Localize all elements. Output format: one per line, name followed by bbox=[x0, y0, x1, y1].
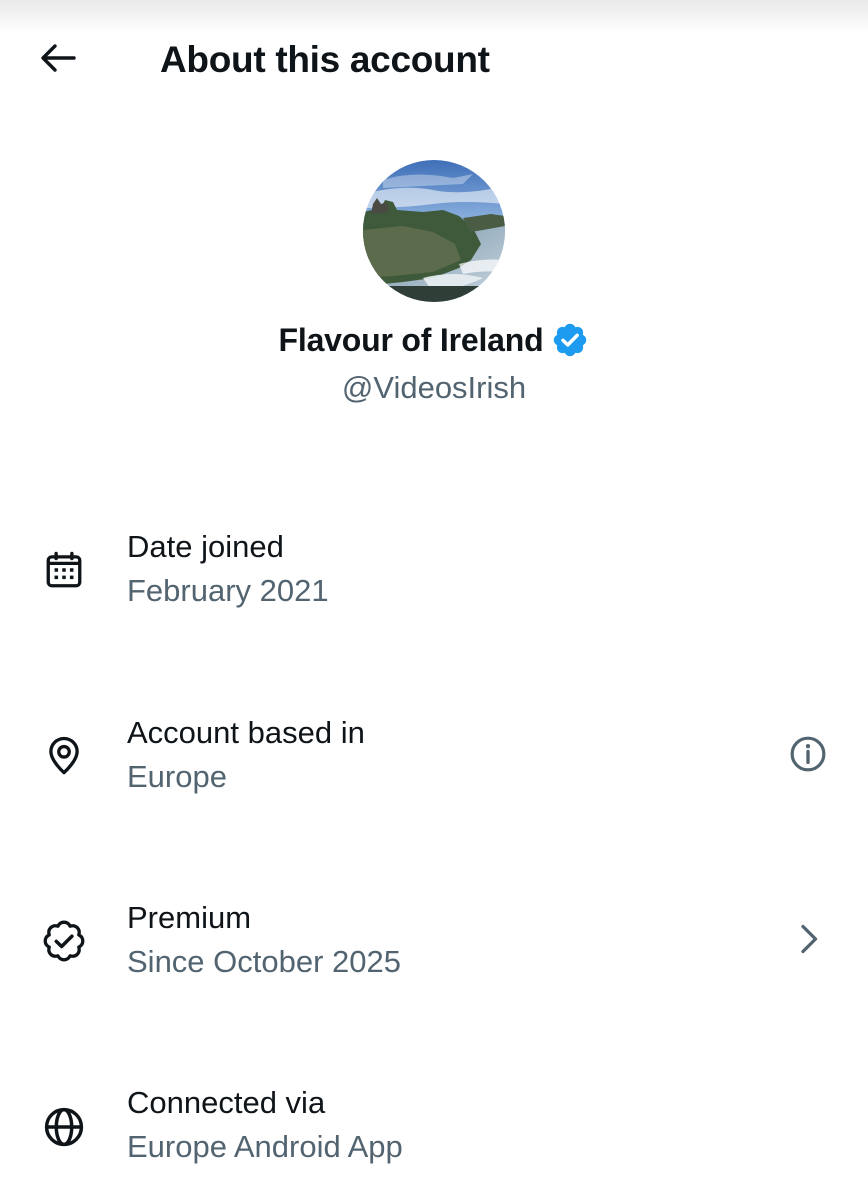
globe-icon bbox=[40, 1103, 88, 1151]
display-name: Flavour of Ireland bbox=[278, 322, 544, 358]
row-connected-via: Connected via Europe Android App bbox=[0, 1081, 868, 1191]
verified-badge-icon[interactable] bbox=[551, 321, 589, 359]
location-pin-icon bbox=[40, 732, 88, 780]
row-label: Premium bbox=[127, 900, 252, 935]
handle: @VideosIrish bbox=[341, 370, 527, 405]
calendar-icon bbox=[40, 546, 88, 594]
row-label: Account based in bbox=[127, 715, 365, 750]
header: About this account bbox=[0, 0, 868, 120]
verified-badge-icon bbox=[40, 917, 88, 965]
back-button[interactable] bbox=[36, 40, 80, 80]
row-label: Date joined bbox=[127, 529, 284, 564]
chevron-right-icon bbox=[788, 919, 828, 964]
info-button[interactable] bbox=[786, 734, 830, 778]
about-account-screen: About this account Flavour of Ireland @V… bbox=[0, 0, 868, 1200]
premium-chevron-button[interactable] bbox=[786, 919, 830, 963]
row-account-based-in: Account based in Europe bbox=[0, 711, 868, 821]
info-icon bbox=[788, 734, 828, 779]
row-premium[interactable]: Premium Since October 2025 bbox=[0, 896, 868, 1006]
row-value: Europe Android App bbox=[127, 1129, 403, 1164]
avatar[interactable] bbox=[363, 160, 505, 302]
page-title: About this account bbox=[160, 39, 490, 80]
row-value: Since October 2025 bbox=[127, 944, 402, 979]
row-date-joined: Date joined February 2021 bbox=[0, 525, 868, 635]
row-value: February 2021 bbox=[127, 573, 329, 608]
avatar-photo bbox=[363, 160, 505, 302]
name-row: Flavour of Ireland bbox=[0, 320, 868, 360]
row-label: Connected via bbox=[127, 1085, 326, 1120]
arrow-left-icon bbox=[40, 43, 76, 78]
row-value: Europe bbox=[127, 759, 227, 794]
